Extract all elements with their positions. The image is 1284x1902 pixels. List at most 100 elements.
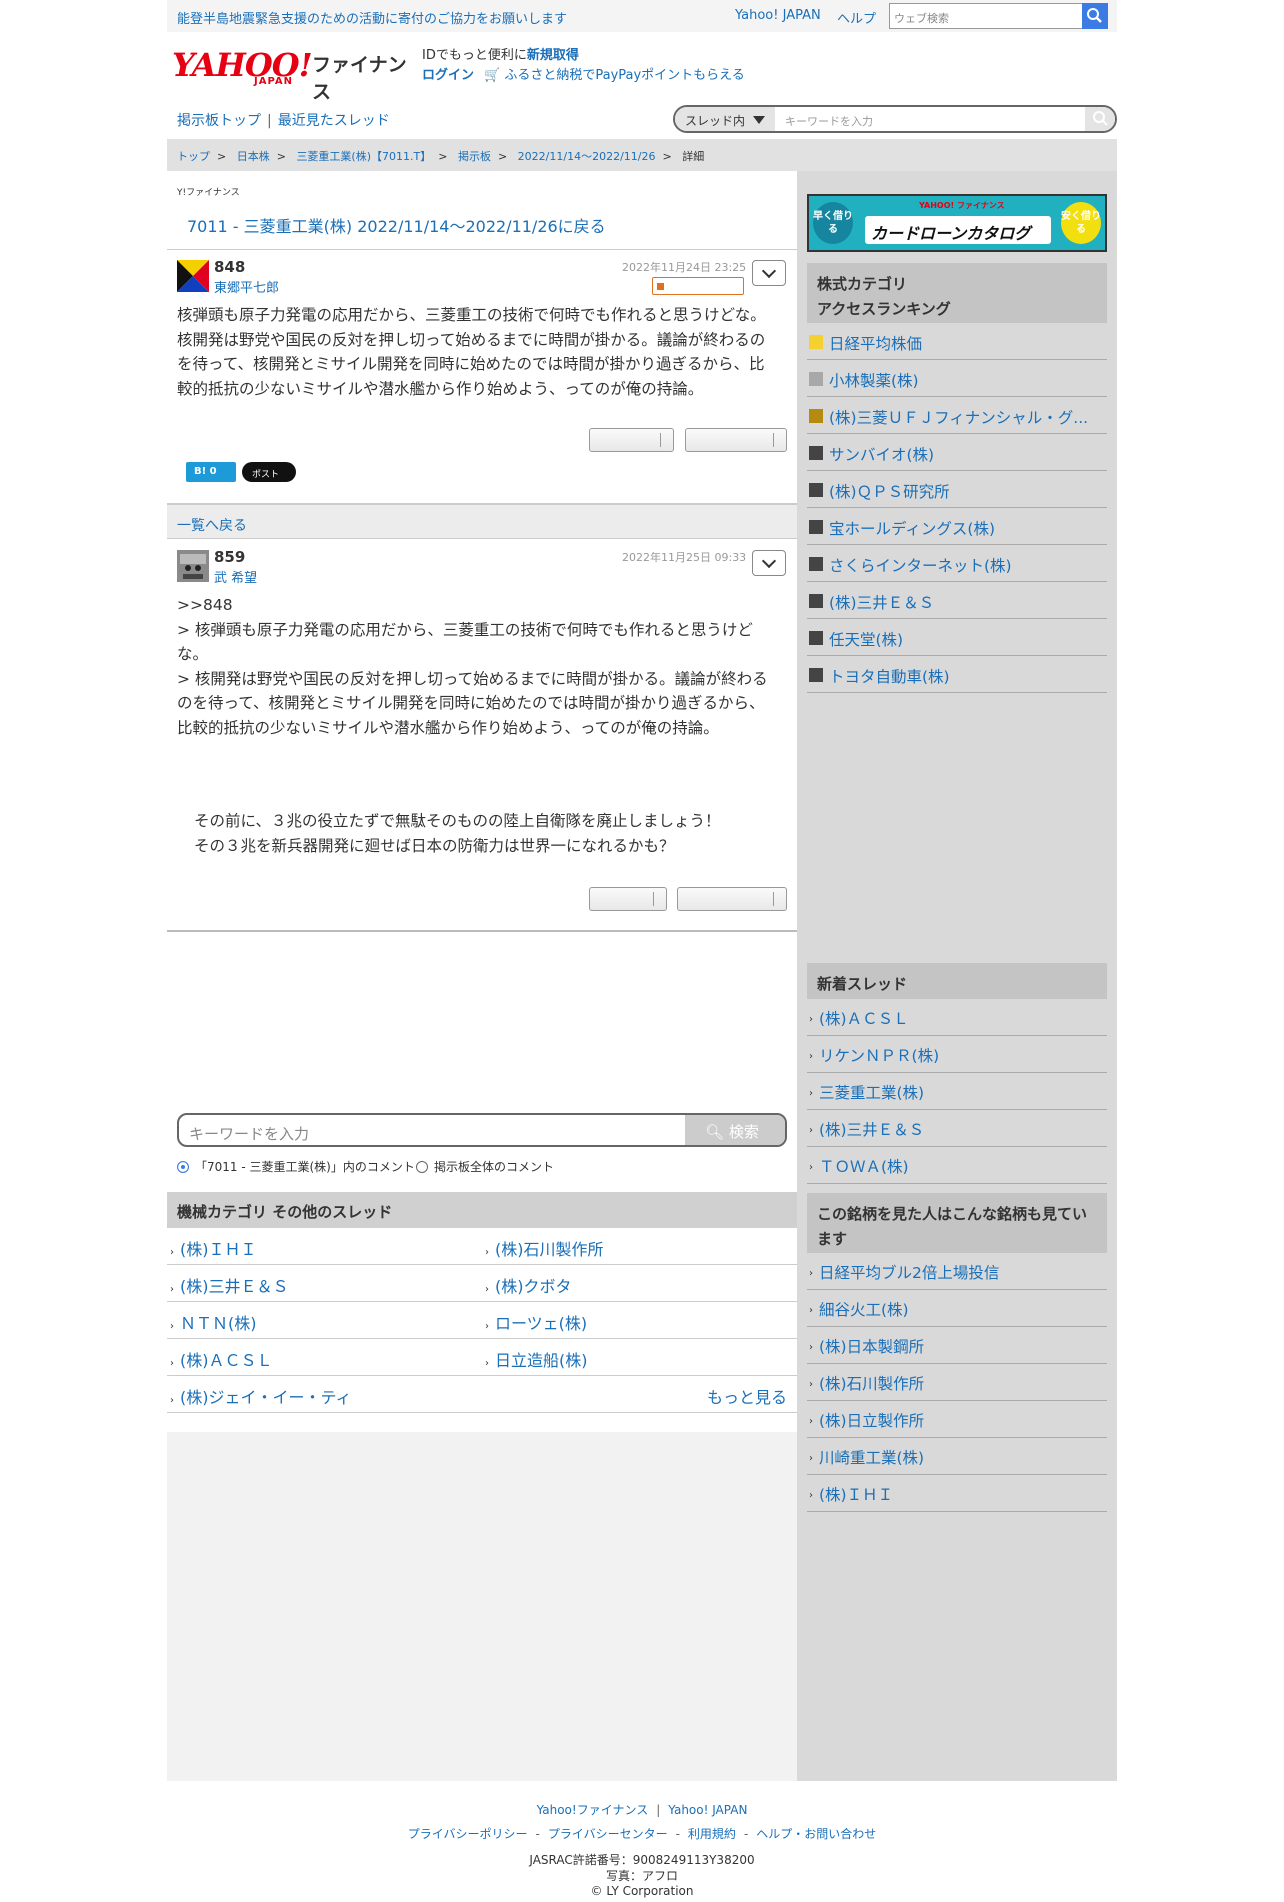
ad-brand: YAHOO! ファイナンス <box>919 201 1005 210</box>
new-thread-link[interactable]: 三菱重工業(株) <box>807 1073 1107 1110</box>
footer-help-link[interactable]: ヘルプ・お問い合わせ <box>756 1827 876 1841</box>
other-thread-link[interactable]: (株)石川製作所 <box>485 1236 604 1260</box>
sentiment-badge <box>652 277 744 295</box>
post-menu-button[interactable] <box>752 550 786 576</box>
comment-search: キーワードを入力 🔍︎ 検索 <box>177 1113 787 1147</box>
back-to-thread-link[interactable]: 7011 - 三菱重工業(株) 2022/11/14〜2022/11/26に戻る <box>187 213 606 237</box>
other-thread-link[interactable]: (株)ＡＣＳＬ <box>170 1347 273 1371</box>
back-to-list-link[interactable]: 一覧へ戻る <box>167 503 797 539</box>
footer-yahoo-japan-link[interactable]: Yahoo! JAPAN <box>668 1803 747 1817</box>
other-thread-link[interactable]: (株)ＩＨＩ <box>170 1236 257 1260</box>
breadcrumb-top[interactable]: トップ <box>177 150 210 163</box>
radio-in-thread-label: 「7011 - 三菱重工業(株)」内のコメント <box>195 1160 415 1174</box>
help-link[interactable]: ヘルプ <box>837 8 876 27</box>
also-viewed-link[interactable]: (株)石川製作所 <box>807 1364 1107 1401</box>
terms-link[interactable]: 利用規約 <box>688 1827 736 1841</box>
post-author[interactable]: 東郷平七郎 <box>214 277 279 296</box>
breadcrumb-period[interactable]: 2022/11/14〜2022/11/26 <box>518 150 656 163</box>
breadcrumb-japan-stocks[interactable]: 日本株 <box>237 150 270 163</box>
yahoo-japan-link[interactable]: Yahoo! JAPAN <box>735 8 821 23</box>
search-scope-select[interactable]: スレッド内 <box>675 107 775 131</box>
post-body: 核弾頭も原子力発電の応用だから、三菱重工の技術で何時でも作れると思うけどな。 核… <box>177 306 766 398</box>
post-author[interactable]: 武 希望 <box>214 567 257 586</box>
more-threads-link[interactable]: もっと見る <box>707 1384 787 1408</box>
also-viewed-link[interactable]: 日経平均ブル2倍上場投信 <box>807 1253 1107 1290</box>
avatar[interactable] <box>177 550 209 582</box>
hatena-bookmark-button[interactable]: B! 0 <box>186 462 236 482</box>
yahoo-finance-logo[interactable]: YAHOO! JAPAN ファイナンス <box>172 46 412 103</box>
other-thread-link[interactable]: (株)三井Ｅ＆Ｓ <box>170 1273 289 1297</box>
thread-search-button[interactable] <box>1085 107 1115 131</box>
ranking-item[interactable]: 日経平均株価 <box>807 323 1107 360</box>
ranking-heading: 株式カテゴリ アクセスランキング <box>807 263 1107 323</box>
other-thread-link[interactable]: ローツェ(株) <box>485 1310 587 1334</box>
dislike-button[interactable] <box>685 428 787 452</box>
logo-japan: JAPAN <box>254 76 293 87</box>
signup-link[interactable]: 新規取得 <box>527 48 579 63</box>
ranking-item-label: トヨタ自動車(株) <box>829 668 950 686</box>
also-viewed-link[interactable]: (株)日本製鋼所 <box>807 1327 1107 1364</box>
donation-notice-link[interactable]: 能登半島地震緊急支援のための活動に寄付のご協力をお願いします <box>177 8 567 27</box>
new-thread-link[interactable]: (株)ＡＣＳＬ <box>807 999 1107 1036</box>
rank-color-marker <box>809 631 823 645</box>
rank-color-marker <box>809 409 823 423</box>
ranking-item[interactable]: (株)ＱＰＳ研究所 <box>807 471 1107 508</box>
jasrac-text: JASRAC許諾番号：9008249113Y38200 <box>529 1853 755 1867</box>
also-viewed-link[interactable]: 川崎重工業(株) <box>807 1438 1107 1475</box>
new-thread-link[interactable]: (株)三井Ｅ＆Ｓ <box>807 1110 1107 1147</box>
new-thread-link[interactable]: ＴＯＷＡ(株) <box>807 1147 1107 1184</box>
comment-search-button[interactable]: 🔍︎ 検索 <box>685 1115 785 1145</box>
board-top-link[interactable]: 掲示板トップ <box>177 113 261 129</box>
ranking-item[interactable]: (株)三井Ｅ＆Ｓ <box>807 582 1107 619</box>
ranking-item[interactable]: さくらインターネット(株) <box>807 545 1107 582</box>
other-thread-link[interactable]: ＮＴＮ(株) <box>170 1310 257 1334</box>
privacy-policy-link[interactable]: プライバシーポリシー <box>408 1827 528 1841</box>
recent-threads-link[interactable]: 最近見たスレッド <box>278 113 390 129</box>
post-number[interactable]: 859 <box>214 548 245 566</box>
new-thread-link[interactable]: リケンＮＰＲ(株) <box>807 1036 1107 1073</box>
breadcrumb: トップ > 日本株 > 三菱重工業(株)【7011.T】 > 掲示板 > 2022/11… <box>167 139 1117 171</box>
post-date: 2022年11月24日 23:25 <box>622 261 747 274</box>
post-quote: >>848 > 核弾頭も原子力発電の応用だから、三菱重工の技術で何時でも作れると… <box>177 596 768 737</box>
ranking-item[interactable]: 宝ホールディングス(株) <box>807 508 1107 545</box>
tweet-button[interactable]: ポスト <box>242 462 296 482</box>
radio-in-thread[interactable]: 「7011 - 三菱重工業(株)」内のコメント <box>177 1158 415 1175</box>
search-icon <box>1087 8 1102 23</box>
card-loan-ad-banner[interactable]: 早く借りる YAHOO! ファイナンス カードローンカタログ 安く借りる <box>807 194 1107 252</box>
divider <box>167 1264 797 1265</box>
ranking-item[interactable]: 小林製薬(株) <box>807 360 1107 397</box>
like-button[interactable] <box>589 887 667 911</box>
breadcrumb-board[interactable]: 掲示板 <box>458 150 491 163</box>
thread-keyword-input[interactable]: キーワードを入力 <box>785 113 873 129</box>
ranking-item[interactable]: (株)三菱ＵＦＪフィナンシャル・グ... <box>807 397 1107 434</box>
dislike-button[interactable] <box>677 887 787 911</box>
avatar[interactable] <box>177 260 209 292</box>
ad-right-badge: 安く借りる <box>1061 202 1101 244</box>
other-thread-link[interactable]: 日立造船(株) <box>485 1347 588 1371</box>
other-thread-link[interactable]: (株)クボタ <box>485 1273 572 1297</box>
web-search-button[interactable] <box>1082 3 1108 29</box>
login-link[interactable]: ログイン <box>422 68 474 83</box>
web-search-input[interactable]: ウェブ検索 <box>889 3 1083 29</box>
also-viewed-link[interactable]: 細谷火工(株) <box>807 1290 1107 1327</box>
new-threads-heading: 新着スレッド <box>807 963 1107 999</box>
rank-color-marker <box>809 372 823 386</box>
also-viewed-link[interactable]: (株)ＩＨＩ <box>807 1475 1107 1512</box>
furusato-link[interactable]: ふるさと納税でPayPayポイントもらえる <box>504 68 744 83</box>
ranking-item[interactable]: トヨタ自動車(株) <box>807 656 1107 693</box>
thread-search: スレッド内 キーワードを入力 <box>673 105 1117 133</box>
other-thread-link[interactable]: (株)ジェイ・イー・ティ <box>170 1384 352 1408</box>
rank-color-marker <box>809 335 823 349</box>
footer-yahoo-finance-link[interactable]: Yahoo!ファイナンス <box>537 1803 649 1817</box>
rank-color-marker <box>809 483 823 497</box>
comment-keyword-input[interactable]: キーワードを入力 <box>189 1123 309 1144</box>
radio-all-board[interactable]: 掲示板全体のコメント <box>416 1158 554 1175</box>
breadcrumb-stock[interactable]: 三菱重工業(株)【7011.T】 <box>296 150 431 163</box>
also-viewed-link[interactable]: (株)日立製作所 <box>807 1401 1107 1438</box>
ranking-item[interactable]: 任天堂(株) <box>807 619 1107 656</box>
like-button[interactable] <box>589 428 674 452</box>
privacy-center-link[interactable]: プライバシーセンター <box>548 1827 668 1841</box>
post-menu-button[interactable] <box>752 260 786 286</box>
ranking-item[interactable]: サンバイオ(株) <box>807 434 1107 471</box>
post-number[interactable]: 848 <box>214 258 245 276</box>
